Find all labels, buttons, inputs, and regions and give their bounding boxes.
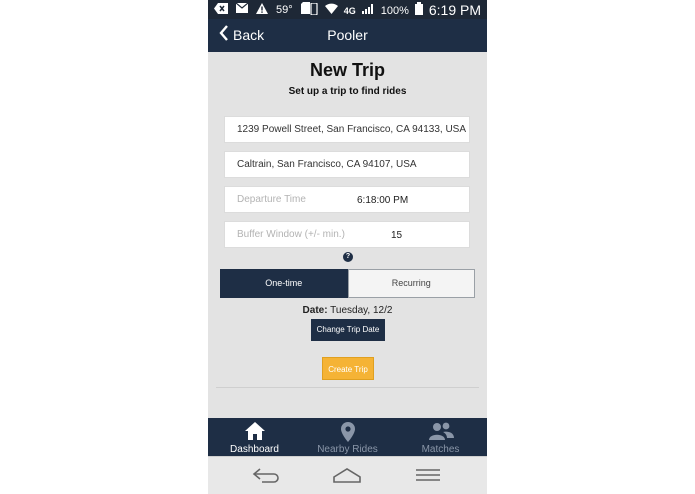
system-back-icon[interactable] [252, 466, 282, 488]
app-header: Back Pooler [208, 19, 487, 52]
one-time-option[interactable]: One-time [220, 269, 348, 298]
back-arrow-icon [214, 2, 228, 18]
help-icon[interactable]: ? [343, 252, 353, 262]
tab-matches[interactable]: Matches [394, 418, 487, 456]
create-trip-button[interactable]: Create Trip [322, 357, 374, 380]
tab-dashboard[interactable]: Dashboard [208, 418, 301, 456]
network-type: 4G [343, 5, 356, 16]
system-menu-icon[interactable] [414, 466, 442, 488]
status-bar: 59° 4G 100% 6:19 PM [208, 0, 487, 19]
map-pin-icon [301, 422, 394, 442]
destination-field[interactable]: Caltrain, San Francisco, CA 94107, USA [224, 151, 470, 178]
date-value: Tuesday, 12/2 [330, 305, 393, 316]
destination-value: Caltrain, San Francisco, CA 94107, USA [237, 159, 417, 170]
tab-label: Matches [421, 444, 460, 455]
page-title: Pooler [327, 27, 368, 43]
system-home-icon[interactable] [332, 466, 362, 488]
trip-date: Date: Tuesday, 12/2 [208, 305, 487, 316]
origin-value: 1239 Powell Street, San Francisco, CA 94… [237, 124, 467, 135]
buffer-value: 15 [391, 230, 403, 241]
phone-screen: 59° 4G 100% 6:19 PM Back Pooler New Trip… [208, 0, 487, 494]
people-icon [394, 422, 487, 442]
divider [216, 387, 479, 388]
status-right: 4G 100% 6:19 PM [309, 1, 481, 19]
origin-field[interactable]: 1239 Powell Street, San Francisco, CA 94… [224, 116, 470, 143]
temperature-text: 59° [276, 4, 293, 16]
tab-label: Nearby Rides [317, 444, 378, 455]
home-icon [208, 422, 301, 442]
change-trip-date-button[interactable]: Change Trip Date [311, 319, 385, 341]
recurring-option[interactable]: Recurring [347, 269, 475, 298]
clock: 6:19 PM [428, 2, 481, 18]
trip-type-toggle: One-time Recurring [220, 269, 475, 298]
battery-icon [414, 2, 423, 19]
form-title: New Trip [309, 60, 385, 80]
tab-label: Dashboard [230, 444, 279, 455]
departure-value: 6:18:00 PM [357, 195, 409, 206]
departure-placeholder: Departure Time [237, 194, 306, 205]
tab-nearby-rides[interactable]: Nearby Rides [301, 418, 394, 456]
date-label: Date: [302, 305, 328, 316]
new-trip-form: New Trip Set up a trip to find rides 123… [208, 52, 487, 418]
vibrate-icon [309, 1, 319, 19]
mail-icon [235, 2, 249, 17]
wifi-icon [324, 3, 338, 18]
signal-icon [361, 3, 375, 18]
system-navigation-bar [208, 456, 487, 494]
departure-time-field[interactable]: Departure Time 6:18:00 PM [224, 186, 470, 213]
bottom-tab-bar: Dashboard Nearby Rides Matches [208, 418, 487, 456]
status-left: 59° [214, 2, 310, 18]
warning-icon [256, 2, 268, 18]
buffer-window-field[interactable]: Buffer Window (+/- min.) 15 [224, 221, 470, 248]
form-subtitle: Set up a trip to find rides [288, 86, 407, 97]
buffer-placeholder: Buffer Window (+/- min.) [237, 229, 345, 240]
battery-percent: 100% [380, 4, 409, 17]
